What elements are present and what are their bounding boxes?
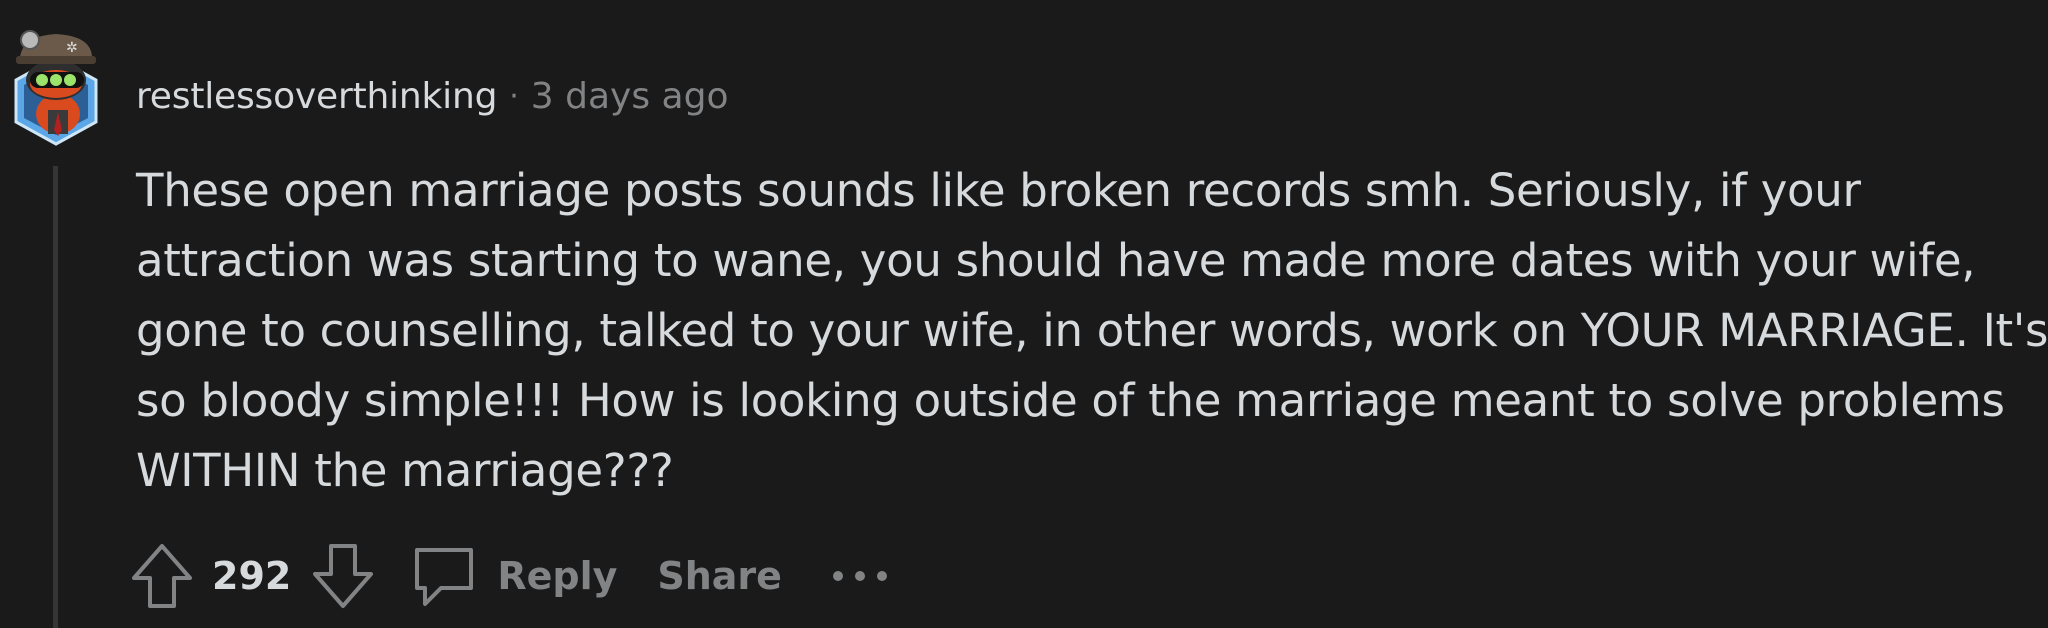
comment-body-line: gone to counselling, talked to your wife…: [136, 304, 2048, 357]
upvote-icon[interactable]: [130, 540, 194, 612]
comment-body: These open marriage posts sounds like br…: [136, 156, 2048, 506]
comment-header: restlessoverthinking · 3 days ago: [136, 70, 729, 122]
reply-label: Reply: [497, 554, 618, 598]
author-username[interactable]: restlessoverthinking: [136, 76, 497, 117]
more-options-button[interactable]: [830, 556, 890, 596]
comment-timestamp[interactable]: 3 days ago: [531, 76, 729, 117]
vote-score: 292: [212, 554, 292, 598]
comment-body-line: attraction was starting to wane, you sho…: [136, 234, 1976, 287]
separator-dot: ·: [509, 78, 519, 114]
thread-line[interactable]: [53, 166, 58, 628]
snoo-avatar-icon: ✲: [14, 30, 98, 146]
reply-button[interactable]: Reply: [411, 540, 617, 612]
comment-body-line: so bloody simple!!! How is looking outsi…: [136, 374, 2005, 427]
comment: ✲ restlessoverthinking · 3 days ago Thes…: [0, 0, 2048, 628]
svg-text:✲: ✲: [66, 40, 78, 56]
share-button[interactable]: Share: [657, 554, 782, 598]
share-label: Share: [657, 554, 782, 598]
speech-bubble-icon: [411, 540, 477, 612]
comment-body-line: WITHIN the marriage???: [136, 444, 674, 497]
comment-actions: 292 Reply Share: [130, 540, 890, 612]
ellipsis-icon: [832, 571, 887, 581]
comment-body-line: These open marriage posts sounds like br…: [136, 164, 1861, 217]
user-avatar[interactable]: ✲: [8, 18, 104, 146]
downvote-icon[interactable]: [311, 540, 375, 612]
